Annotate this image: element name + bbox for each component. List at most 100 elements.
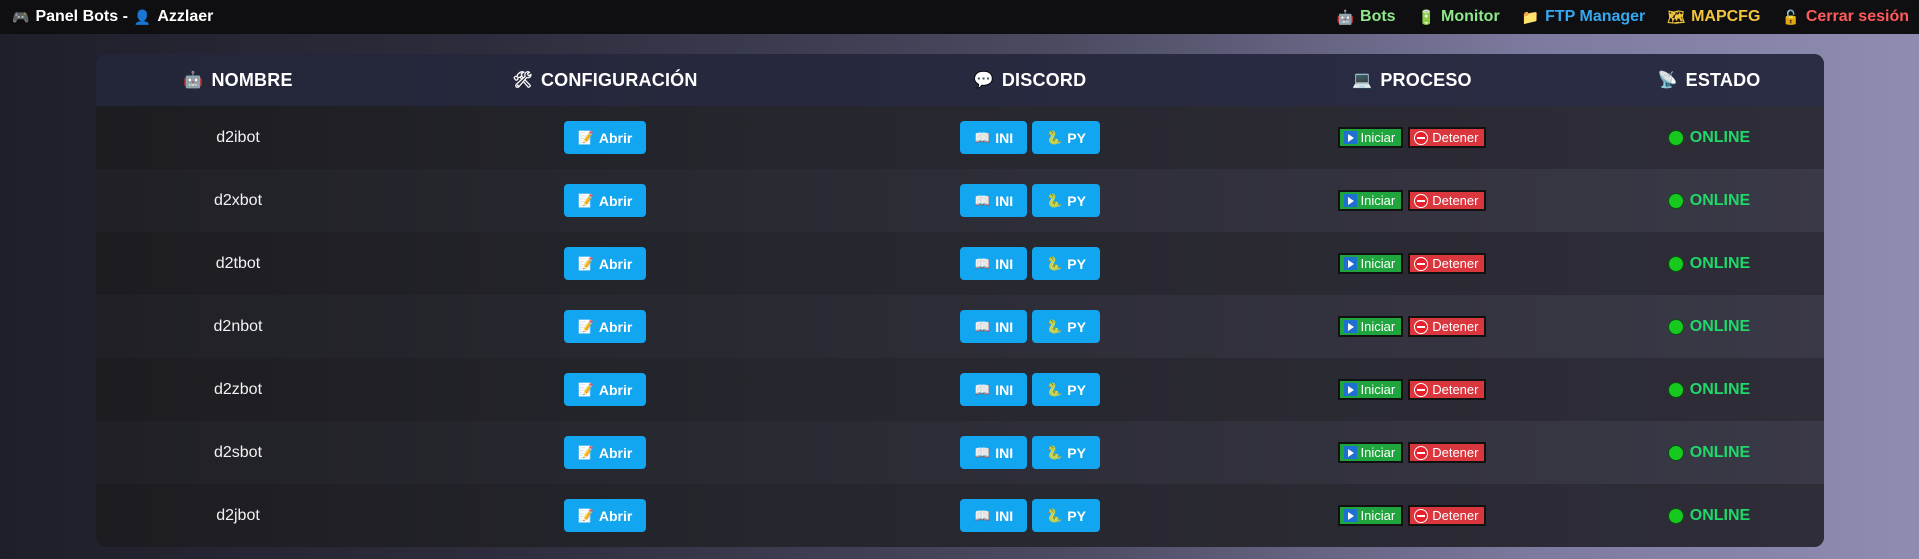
ini-button[interactable]: 📖 INI — [960, 247, 1028, 280]
stop-button[interactable]: Detener — [1408, 127, 1487, 148]
start-label: Iniciar — [1360, 319, 1396, 334]
cell-process: Iniciar Detener — [1230, 505, 1594, 526]
ini-button[interactable]: 📖 INI — [960, 310, 1028, 343]
py-button[interactable]: 🐍 PY — [1032, 373, 1100, 406]
start-button[interactable]: Iniciar — [1337, 379, 1404, 400]
status-text: ONLINE — [1689, 380, 1751, 398]
book-icon: 📖 — [974, 129, 991, 145]
nav-bots[interactable]: 🤖 Bots — [1337, 8, 1396, 26]
process-buttons: Iniciar Detener — [1337, 316, 1487, 337]
cell-status: ONLINE — [1594, 381, 1824, 399]
notepad-icon: 📝 — [577, 444, 594, 460]
cell-process: Iniciar Detener — [1230, 316, 1594, 337]
no-entry-icon — [1414, 256, 1429, 271]
nav-mapcfg[interactable]: 🗺 MAPCFG — [1667, 8, 1760, 26]
table-body: d2ibot 📝 Abrir 📖 INI 🐍 PY Iniciar Detene… — [96, 106, 1824, 547]
ini-button[interactable]: 📖 INI — [960, 373, 1028, 406]
stop-button[interactable]: Detener — [1408, 253, 1487, 274]
process-buttons: Iniciar Detener — [1337, 253, 1487, 274]
cell-discord: 📖 INI 🐍 PY — [830, 310, 1230, 343]
app-title: Panel Bots - — [35, 8, 128, 25]
play-icon — [1343, 320, 1357, 333]
play-icon — [1343, 131, 1357, 144]
cell-name: d2sbot — [96, 444, 380, 462]
status-text: ONLINE — [1689, 317, 1751, 335]
process-buttons: Iniciar Detener — [1337, 379, 1487, 400]
py-button[interactable]: 🐍 PY — [1032, 499, 1100, 532]
open-config-button[interactable]: 📝 Abrir — [563, 436, 647, 469]
py-button[interactable]: 🐍 PY — [1032, 247, 1100, 280]
snake-icon: 🐍 — [1046, 255, 1063, 271]
discord-buttons: 📖 INI 🐍 PY — [960, 310, 1100, 343]
cell-config: 📝 Abrir — [380, 310, 830, 343]
open-config-button[interactable]: 📝 Abrir — [563, 373, 647, 406]
battery-icon: 🔋 — [1417, 8, 1436, 25]
start-button[interactable]: Iniciar — [1337, 316, 1404, 337]
py-label: PY — [1067, 192, 1086, 209]
open-config-button[interactable]: 📝 Abrir — [563, 310, 647, 343]
py-button[interactable]: 🐍 PY — [1032, 184, 1100, 217]
nav-ftp-manager[interactable]: 📁 FTP Manager — [1522, 8, 1646, 26]
stop-button[interactable]: Detener — [1408, 379, 1487, 400]
status-text: ONLINE — [1689, 506, 1751, 524]
notepad-icon: 📝 — [577, 192, 594, 208]
user-icon: 👤 — [133, 8, 152, 25]
status-text: ONLINE — [1689, 191, 1751, 209]
cell-name: d2ibot — [96, 129, 380, 147]
cell-status: ONLINE — [1594, 444, 1824, 462]
cell-process: Iniciar Detener — [1230, 379, 1594, 400]
open-config-button[interactable]: 📝 Abrir — [563, 121, 647, 154]
cell-process: Iniciar Detener — [1230, 190, 1594, 211]
open-config-button[interactable]: 📝 Abrir — [563, 184, 647, 217]
stop-label: Detener — [1432, 508, 1479, 523]
start-button[interactable]: Iniciar — [1337, 190, 1404, 211]
play-icon — [1343, 194, 1357, 207]
stop-button[interactable]: Detener — [1408, 442, 1487, 463]
green-circle-icon — [1667, 507, 1684, 524]
stop-button[interactable]: Detener — [1408, 190, 1487, 211]
open-config-button[interactable]: 📝 Abrir — [563, 499, 647, 532]
stop-button[interactable]: Detener — [1408, 505, 1487, 526]
cell-status: ONLINE — [1594, 255, 1824, 273]
cell-config: 📝 Abrir — [380, 499, 830, 532]
discord-buttons: 📖 INI 🐍 PY — [960, 436, 1100, 469]
table-row: d2xbot 📝 Abrir 📖 INI 🐍 PY Iniciar Detene… — [96, 169, 1824, 232]
column-discord: 💬 DISCORD — [830, 70, 1230, 91]
nav-monitor[interactable]: 🔋 Monitor — [1418, 8, 1500, 26]
ini-button[interactable]: 📖 INI — [960, 436, 1028, 469]
ini-label: INI — [995, 129, 1014, 146]
green-circle-icon — [1667, 444, 1684, 461]
py-button[interactable]: 🐍 PY — [1032, 121, 1100, 154]
cell-config: 📝 Abrir — [380, 373, 830, 406]
cell-discord: 📖 INI 🐍 PY — [830, 436, 1230, 469]
stop-label: Detener — [1432, 382, 1479, 397]
start-button[interactable]: Iniciar — [1337, 127, 1404, 148]
green-circle-icon — [1667, 255, 1684, 272]
cell-config: 📝 Abrir — [380, 436, 830, 469]
cell-status: ONLINE — [1594, 129, 1824, 147]
start-button[interactable]: Iniciar — [1337, 505, 1404, 526]
notepad-icon: 📝 — [577, 255, 594, 271]
no-entry-icon — [1414, 382, 1429, 397]
cell-discord: 📖 INI 🐍 PY — [830, 373, 1230, 406]
nav-logout-label: Cerrar sesión — [1805, 8, 1909, 25]
open-config-button[interactable]: 📝 Abrir — [563, 247, 647, 280]
start-button[interactable]: Iniciar — [1337, 442, 1404, 463]
stop-button[interactable]: Detener — [1408, 316, 1487, 337]
no-entry-icon — [1414, 130, 1429, 145]
py-button[interactable]: 🐍 PY — [1032, 310, 1100, 343]
discord-buttons: 📖 INI 🐍 PY — [960, 121, 1100, 154]
ini-button[interactable]: 📖 INI — [960, 121, 1028, 154]
py-button[interactable]: 🐍 PY — [1032, 436, 1100, 469]
ini-button[interactable]: 📖 INI — [960, 499, 1028, 532]
notepad-icon: 📝 — [577, 129, 594, 145]
cell-process: Iniciar Detener — [1230, 127, 1594, 148]
nav-logout[interactable]: 🔓 Cerrar sesión — [1782, 8, 1909, 26]
bot-name: d2ibot — [216, 128, 260, 146]
start-label: Iniciar — [1360, 130, 1396, 145]
start-label: Iniciar — [1360, 445, 1396, 460]
table-row: d2sbot 📝 Abrir 📖 INI 🐍 PY Iniciar Detene… — [96, 421, 1824, 484]
ini-button[interactable]: 📖 INI — [960, 184, 1028, 217]
start-button[interactable]: Iniciar — [1337, 253, 1404, 274]
bot-name: d2nbot — [213, 317, 263, 335]
